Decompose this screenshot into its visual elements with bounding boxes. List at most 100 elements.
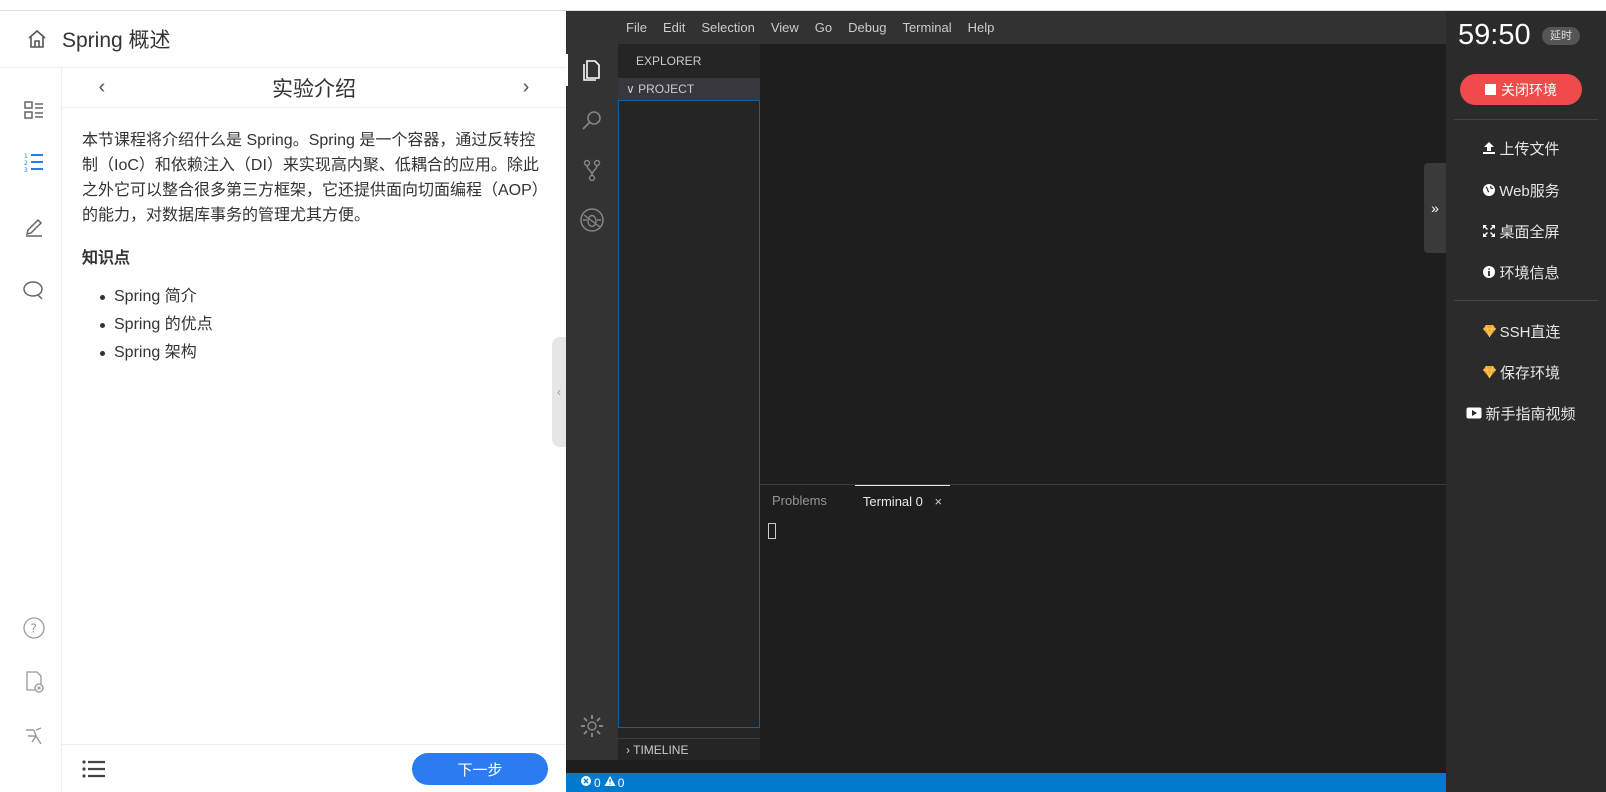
home-icon[interactable] bbox=[26, 28, 48, 50]
debug-icon[interactable] bbox=[578, 206, 606, 234]
video-play-icon bbox=[1466, 407, 1482, 419]
help-icon[interactable]: ? bbox=[20, 614, 48, 642]
ssh-label: SSH直连 bbox=[1499, 323, 1561, 341]
tab-terminal-label: Terminal 0 bbox=[862, 494, 923, 509]
stop-square-icon bbox=[1485, 84, 1496, 95]
menu-go[interactable]: Go bbox=[815, 20, 832, 35]
menu-list-icon[interactable] bbox=[82, 759, 106, 784]
next-step-button[interactable]: 下一步 bbox=[412, 753, 548, 785]
upload-icon bbox=[1482, 141, 1496, 155]
fullscreen-button[interactable]: 桌面全屏 bbox=[1446, 219, 1596, 243]
timeline-section[interactable]: › TIMELINE bbox=[618, 738, 760, 760]
guide-video-button[interactable]: 新手指南视频 bbox=[1446, 401, 1596, 425]
explorer-files-icon[interactable] bbox=[578, 56, 606, 84]
timeline-label: TIMELINE bbox=[633, 743, 689, 757]
menu-terminal[interactable]: Terminal bbox=[902, 20, 951, 35]
explorer-title: EXPLORER bbox=[636, 54, 702, 68]
source-control-icon[interactable] bbox=[578, 156, 606, 184]
menu-file[interactable]: File bbox=[626, 20, 647, 35]
save-env-button[interactable]: 保存环境 bbox=[1446, 360, 1596, 384]
project-label: PROJECT bbox=[638, 82, 695, 96]
save-env-label: 保存环境 bbox=[1499, 364, 1560, 382]
guide-video-label: 新手指南视频 bbox=[1485, 405, 1576, 423]
globe-icon bbox=[1482, 183, 1496, 197]
error-icon[interactable] bbox=[580, 775, 592, 790]
close-env-label: 关闭环境 bbox=[1501, 81, 1557, 98]
svg-text:2: 2 bbox=[24, 160, 28, 167]
svg-text:1: 1 bbox=[24, 153, 28, 160]
env-toolbar: 59:50 延时 关闭环境 上传文件 Web服务 桌面全屏 环境信息 SSH直连… bbox=[1446, 11, 1606, 792]
project-section[interactable]: ∨ PROJECT bbox=[618, 78, 760, 100]
web-service-button[interactable]: Web服务 bbox=[1446, 178, 1596, 202]
web-service-label: Web服务 bbox=[1499, 182, 1560, 200]
search-icon[interactable] bbox=[578, 106, 606, 134]
notes-pen-icon[interactable] bbox=[20, 212, 48, 240]
svg-text:3: 3 bbox=[24, 167, 28, 173]
comments-icon[interactable] bbox=[20, 276, 48, 304]
countdown-timer: 59:50 bbox=[1458, 19, 1531, 51]
close-env-button[interactable]: 关闭环境 bbox=[1460, 74, 1582, 105]
explorer-sidebar: EXPLORER ∨ PROJECT › TIMELINE bbox=[618, 44, 760, 760]
feedback-icon[interactable] bbox=[20, 722, 48, 750]
settings-gear-icon[interactable] bbox=[578, 712, 606, 740]
collapse-panel-handle[interactable]: ‹ bbox=[552, 337, 566, 447]
env-info-button[interactable]: 环境信息 bbox=[1446, 260, 1596, 284]
menu-help[interactable]: Help bbox=[968, 20, 995, 35]
svg-text:?: ? bbox=[31, 622, 37, 636]
list-item: Spring 简介 bbox=[100, 283, 546, 311]
directory-icon[interactable] bbox=[20, 96, 48, 124]
project-tree[interactable] bbox=[618, 100, 760, 728]
ssh-button[interactable]: SSH直连 bbox=[1446, 319, 1596, 343]
report-icon[interactable] bbox=[20, 668, 48, 696]
course-title: Spring 概述 bbox=[62, 29, 171, 52]
course-panel: Spring 概述 123 ? ‹ 实验介绍 › 本节课程将介绍什么是 Spri… bbox=[0, 11, 566, 792]
next-step-arrow[interactable]: › bbox=[516, 76, 536, 99]
step-footer: 下一步 bbox=[62, 744, 566, 792]
knowledge-list: Spring 简介 Spring 的优点 Spring 架构 bbox=[82, 283, 546, 367]
active-indicator bbox=[566, 54, 568, 86]
tab-problems[interactable]: Problems bbox=[764, 485, 835, 517]
panel-tabs: Problems Terminal 0 × bbox=[760, 485, 1446, 517]
step-title: 实验介绍 bbox=[272, 77, 356, 101]
activity-bar bbox=[566, 44, 618, 760]
terminal-cursor[interactable] bbox=[768, 523, 776, 539]
warning-icon[interactable] bbox=[604, 775, 616, 790]
menu-edit[interactable]: Edit bbox=[663, 20, 685, 35]
status-bar: 0 0 bbox=[566, 773, 1446, 792]
divider bbox=[1454, 119, 1598, 120]
close-icon[interactable]: × bbox=[935, 494, 943, 509]
vscode-window: File Edit Selection View Go Debug Termin… bbox=[566, 11, 1446, 792]
menu-view[interactable]: View bbox=[771, 20, 799, 35]
gem-icon bbox=[1482, 324, 1497, 338]
menu-bar: File Edit Selection View Go Debug Termin… bbox=[566, 11, 1446, 44]
prev-step-button[interactable]: ‹ bbox=[92, 76, 112, 99]
step-nav: ‹ 实验介绍 › bbox=[62, 68, 566, 108]
error-count[interactable]: 0 bbox=[594, 776, 601, 790]
upload-label: 上传文件 bbox=[1499, 140, 1560, 158]
gem-icon bbox=[1482, 365, 1497, 379]
course-header: Spring 概述 bbox=[0, 11, 566, 68]
info-icon bbox=[1482, 265, 1496, 279]
editor-area[interactable] bbox=[760, 44, 1446, 484]
chevron-right-icon: › bbox=[626, 743, 630, 757]
menu-selection[interactable]: Selection bbox=[701, 20, 754, 35]
chevron-down-icon: ∨ bbox=[626, 82, 635, 96]
fullscreen-label: 桌面全屏 bbox=[1499, 223, 1560, 241]
list-item: Spring 架构 bbox=[100, 339, 546, 367]
intro-paragraph: 本节课程将介绍什么是 Spring。Spring 是一个容器，通过反转控制（Io… bbox=[82, 132, 540, 224]
fullscreen-icon bbox=[1482, 224, 1496, 238]
knowledge-heading: 知识点 bbox=[82, 250, 131, 267]
steps-list-icon[interactable]: 123 bbox=[20, 148, 48, 176]
step-document: ‹ 实验介绍 › 本节课程将介绍什么是 Spring。Spring 是一个容器，… bbox=[62, 68, 566, 792]
menu-debug[interactable]: Debug bbox=[848, 20, 886, 35]
top-border bbox=[0, 0, 1606, 11]
upload-file-button[interactable]: 上传文件 bbox=[1446, 136, 1596, 160]
delay-button[interactable]: 延时 bbox=[1542, 27, 1580, 45]
divider bbox=[1454, 300, 1598, 301]
warning-count[interactable]: 0 bbox=[618, 776, 625, 790]
icon-rail: 123 ? bbox=[0, 68, 62, 792]
terminal-panel: Problems Terminal 0 × bbox=[760, 484, 1446, 760]
expand-toolbar-button[interactable]: » bbox=[1424, 163, 1446, 253]
tab-terminal[interactable]: Terminal 0 × bbox=[854, 485, 951, 517]
list-item: Spring 的优点 bbox=[100, 311, 546, 339]
